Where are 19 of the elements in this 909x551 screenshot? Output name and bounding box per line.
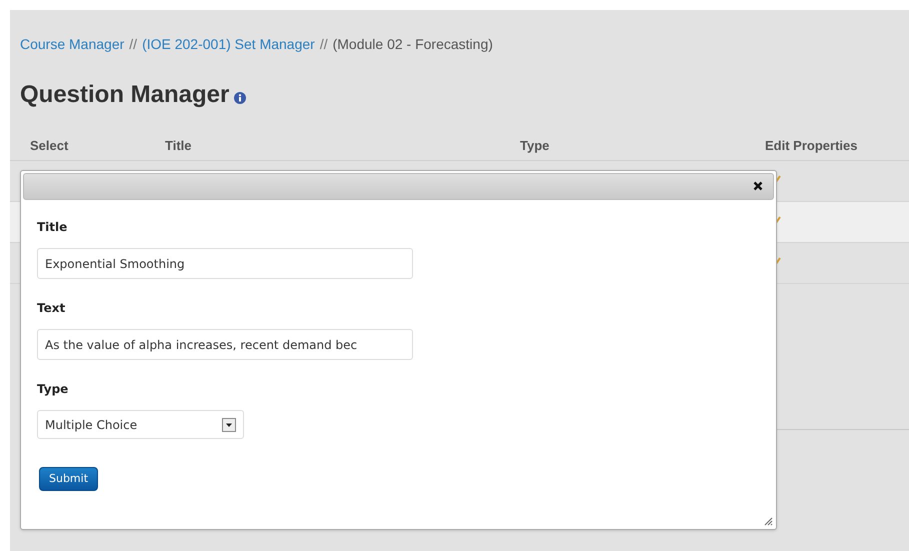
input-field[interactable]: Exponential Smoothing [37, 248, 413, 279]
field-label: Title [37, 219, 68, 236]
breadcrumb-separator: // [320, 35, 328, 54]
column-header: Select [30, 136, 70, 155]
field-label: Type [37, 381, 70, 398]
breadcrumb-separator: // [129, 35, 138, 54]
close-icon [753, 181, 763, 191]
column-header: Title [165, 136, 192, 155]
submit-button[interactable]: Submit [39, 467, 98, 491]
input-field[interactable]: As the value of alpha increases, recent demand bec [37, 329, 413, 360]
close-button[interactable] [751, 179, 765, 193]
column-header: Type [520, 136, 550, 155]
field-label: Text [37, 300, 66, 317]
info-icon[interactable] [234, 92, 246, 104]
resize-grip-icon[interactable] [763, 516, 773, 526]
breadcrumb-current: (Module 02 - Forecasting) [332, 35, 493, 54]
type-dropdown[interactable]: Multiple Choice [37, 410, 244, 439]
page-heading: Question Manager [20, 80, 230, 110]
column-header: Edit Properties [765, 136, 858, 155]
